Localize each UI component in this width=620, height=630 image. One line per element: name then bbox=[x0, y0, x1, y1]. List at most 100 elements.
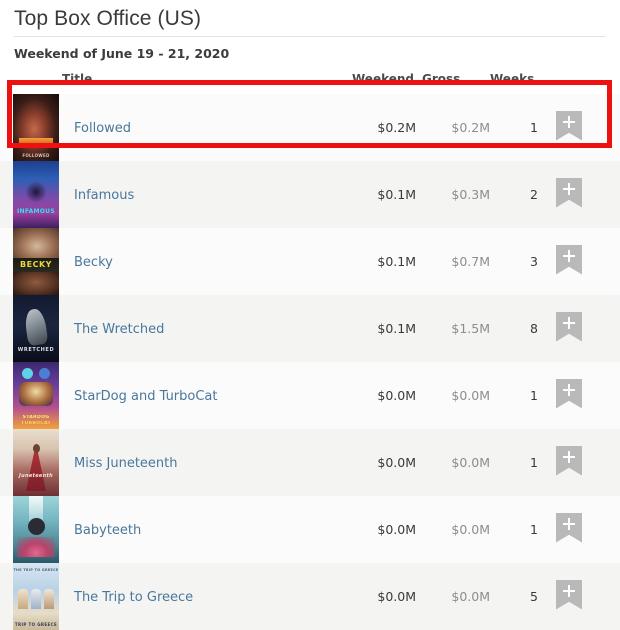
total-gross-value: $0.0M bbox=[451, 589, 490, 604]
add-to-watchlist-bookmark-icon[interactable] bbox=[556, 244, 582, 275]
plus-icon-vertical bbox=[568, 115, 570, 128]
action-cell[interactable] bbox=[552, 362, 620, 429]
movie-title-link[interactable]: Babyteeth bbox=[74, 523, 141, 538]
table-row[interactable]: Juneteenth Miss Juneteenth $0.0M $0.0M 1 bbox=[0, 429, 620, 496]
action-cell[interactable] bbox=[552, 563, 620, 630]
title-cell[interactable]: The Trip to Greece bbox=[62, 563, 352, 630]
add-to-watchlist-bookmark-icon[interactable] bbox=[556, 110, 582, 141]
poster-cell[interactable]: THE TRIP TO GREECE TRIP TO GREECE bbox=[0, 563, 62, 630]
widget-header: Top Box Office (US) Weekend of June 19 -… bbox=[0, 0, 620, 62]
poster-figure-head bbox=[28, 518, 45, 535]
movie-poster-thumbnail[interactable]: WRETCHED bbox=[13, 295, 59, 362]
movie-poster-thumbnail[interactable] bbox=[13, 496, 59, 563]
column-header-action bbox=[552, 72, 620, 94]
poster-title-text: Juneteenth bbox=[18, 473, 54, 479]
weeks-value: 1 bbox=[530, 455, 538, 470]
movie-title-link[interactable]: Followed bbox=[74, 121, 131, 136]
title-cell[interactable]: Babyteeth bbox=[62, 496, 352, 563]
weekend-gross-value: $0.0M bbox=[377, 589, 416, 604]
poster-figure-one bbox=[18, 589, 28, 609]
movie-title-link[interactable]: StarDog and TurboCat bbox=[74, 389, 218, 404]
weeks-value: 1 bbox=[530, 388, 538, 403]
add-to-watchlist-bookmark-icon[interactable] bbox=[556, 445, 582, 476]
table-row[interactable]: WRETCHED The Wretched $0.1M $1.5M 8 bbox=[0, 295, 620, 362]
total-gross-value: $0.7M bbox=[451, 254, 490, 269]
action-cell[interactable] bbox=[552, 228, 620, 295]
title-cell[interactable]: Followed bbox=[62, 94, 352, 161]
poster-credits-text: THE TRIP TO GREECE bbox=[13, 568, 59, 572]
poster-cell[interactable]: WRETCHED bbox=[0, 295, 62, 362]
add-to-watchlist-bookmark-icon[interactable] bbox=[556, 311, 582, 342]
weekend-subtitle: Weekend of June 19 - 21, 2020 bbox=[14, 46, 230, 61]
title-cell[interactable]: Infamous bbox=[62, 161, 352, 228]
title-cell[interactable]: Becky bbox=[62, 228, 352, 295]
plus-icon-vertical bbox=[568, 383, 570, 396]
title-cell[interactable]: StarDog and TurboCat bbox=[62, 362, 352, 429]
weeks-value: 8 bbox=[530, 321, 538, 336]
poster-subtitle-text: TURBOCAT bbox=[21, 421, 51, 426]
poster-character-cat bbox=[39, 368, 50, 379]
movie-poster-thumbnail[interactable]: Juneteenth bbox=[13, 429, 59, 496]
movie-title-link[interactable]: Infamous bbox=[74, 188, 134, 203]
table-header-row: Title Weekend Gross Weeks bbox=[0, 72, 620, 94]
plus-icon-vertical bbox=[568, 517, 570, 530]
movie-title-link[interactable]: The Wretched bbox=[74, 322, 164, 337]
poster-figures bbox=[19, 382, 53, 406]
movie-title-link[interactable]: The Trip to Greece bbox=[74, 590, 193, 605]
poster-figure-three bbox=[44, 589, 54, 609]
movie-poster-thumbnail[interactable]: INFAMOUS bbox=[13, 161, 59, 228]
total-gross-value: $0.0M bbox=[451, 388, 490, 403]
poster-cell[interactable]: FOLLOWED bbox=[0, 94, 62, 161]
total-gross-value: $0.3M bbox=[451, 187, 490, 202]
weekend-gross-value: $0.1M bbox=[377, 321, 416, 336]
poster-cell[interactable]: STARDOG TURBOCAT bbox=[0, 362, 62, 429]
add-to-watchlist-bookmark-icon[interactable] bbox=[556, 579, 582, 610]
top-box-office-widget: Top Box Office (US) Weekend of June 19 -… bbox=[0, 0, 620, 630]
poster-cell[interactable] bbox=[0, 496, 62, 563]
add-to-watchlist-bookmark-icon[interactable] bbox=[556, 378, 582, 409]
poster-title-text: INFAMOUS bbox=[17, 208, 55, 215]
action-cell[interactable] bbox=[552, 429, 620, 496]
poster-cell[interactable]: BECKY bbox=[0, 228, 62, 295]
poster-cell[interactable]: INFAMOUS bbox=[0, 161, 62, 228]
column-header-poster bbox=[0, 72, 62, 94]
table-row[interactable]: INFAMOUS Infamous $0.1M $0.3M 2 bbox=[0, 161, 620, 228]
add-to-watchlist-bookmark-icon[interactable] bbox=[556, 512, 582, 543]
movie-poster-thumbnail[interactable]: STARDOG TURBOCAT bbox=[13, 362, 59, 429]
table-row[interactable]: BECKY Becky $0.1M $0.7M 3 bbox=[0, 228, 620, 295]
action-cell[interactable] bbox=[552, 496, 620, 563]
poster-title-text: STARDOG bbox=[22, 415, 50, 420]
action-cell[interactable] bbox=[552, 161, 620, 228]
weeks-value: 5 bbox=[530, 589, 538, 604]
weeks-value: 3 bbox=[530, 254, 538, 269]
poster-art-top bbox=[13, 228, 59, 261]
table-row[interactable]: FOLLOWED Followed $0.2M $0.2M 1 bbox=[0, 94, 620, 161]
poster-art-bottom bbox=[13, 272, 59, 295]
poster-flowers bbox=[17, 537, 55, 557]
movie-title-link[interactable]: Miss Juneteenth bbox=[74, 456, 178, 471]
movie-poster-thumbnail[interactable]: BECKY bbox=[13, 228, 59, 295]
movie-poster-thumbnail[interactable]: FOLLOWED bbox=[13, 94, 59, 161]
plus-icon-vertical bbox=[568, 249, 570, 262]
add-to-watchlist-bookmark-icon[interactable] bbox=[556, 177, 582, 208]
action-cell[interactable] bbox=[552, 94, 620, 161]
movie-title-link[interactable]: Becky bbox=[74, 255, 113, 270]
column-header-weeks: Weeks bbox=[490, 72, 535, 86]
poster-figures bbox=[25, 181, 47, 203]
weeks-value: 1 bbox=[530, 522, 538, 537]
title-cell[interactable]: Miss Juneteenth bbox=[62, 429, 352, 496]
table-row[interactable]: Babyteeth $0.0M $0.0M 1 bbox=[0, 496, 620, 563]
weekend-gross-value: $0.2M bbox=[377, 120, 416, 135]
weekend-gross-value: $0.0M bbox=[377, 455, 416, 470]
action-cell[interactable] bbox=[552, 295, 620, 362]
movie-poster-thumbnail[interactable]: THE TRIP TO GREECE TRIP TO GREECE bbox=[13, 563, 59, 630]
poster-cell[interactable]: Juneteenth bbox=[0, 429, 62, 496]
table-row[interactable]: STARDOG TURBOCAT StarDog and TurboCat $0… bbox=[0, 362, 620, 429]
total-gross-value: $1.5M bbox=[451, 321, 490, 336]
column-header-title: Title bbox=[62, 72, 93, 86]
title-cell[interactable]: The Wretched bbox=[62, 295, 352, 362]
weekend-gross-value: $0.0M bbox=[377, 388, 416, 403]
plus-icon-vertical bbox=[568, 450, 570, 463]
poster-title-text: TRIP TO GREECE bbox=[14, 622, 58, 627]
table-row[interactable]: THE TRIP TO GREECE TRIP TO GREECE The Tr… bbox=[0, 563, 620, 630]
